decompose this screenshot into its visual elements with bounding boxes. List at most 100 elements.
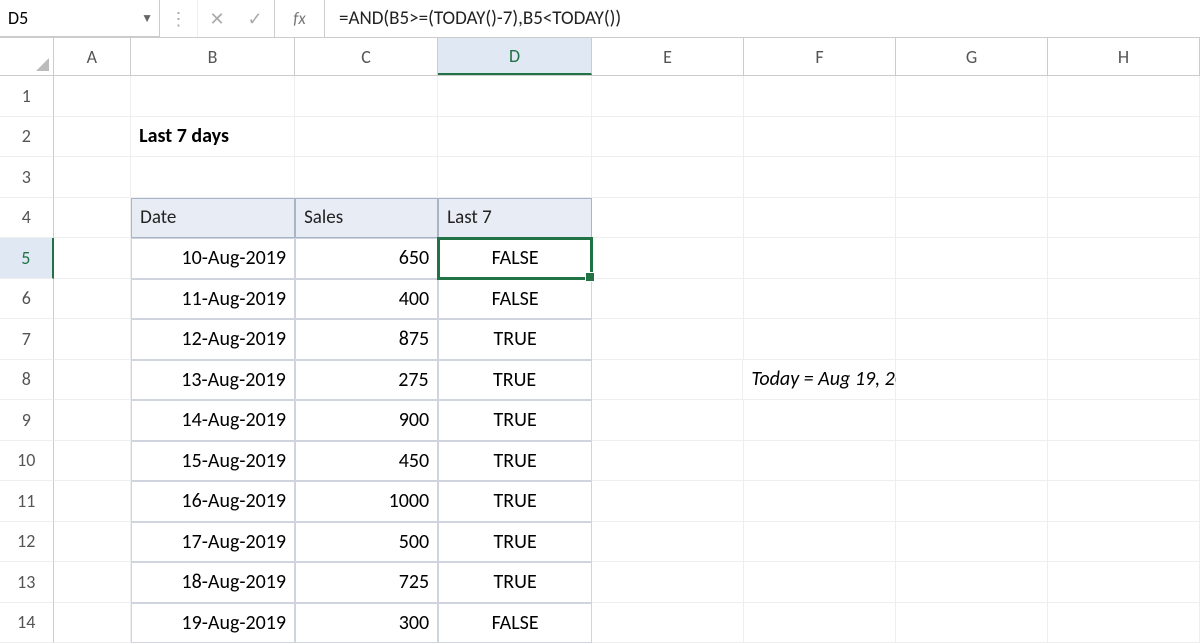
cell-A11[interactable]: [54, 481, 132, 522]
cell-E6[interactable]: [592, 279, 744, 320]
cell-C13-sales[interactable]: 725: [295, 562, 438, 603]
cell-G14[interactable]: [896, 603, 1048, 643]
cell-C14-sales[interactable]: 300: [295, 603, 438, 643]
row-header-13[interactable]: 13: [0, 562, 54, 603]
cell-B3[interactable]: [131, 157, 295, 198]
cell-C8-sales[interactable]: 275: [295, 360, 438, 401]
cell-C12-sales[interactable]: 500: [295, 522, 438, 563]
row-header-2[interactable]: 2: [0, 117, 54, 158]
cell-C9-sales[interactable]: 900: [295, 400, 438, 441]
cell-H2[interactable]: [1048, 117, 1200, 158]
cell-E11[interactable]: [592, 481, 744, 522]
cell-B12-date[interactable]: 17-Aug-2019: [131, 522, 295, 563]
cell-B1[interactable]: [131, 76, 295, 117]
cell-A13[interactable]: [54, 562, 132, 603]
cell-G4[interactable]: [896, 198, 1048, 239]
cell-E8[interactable]: [592, 360, 744, 401]
row-header-12[interactable]: 12: [0, 522, 54, 563]
cell-D3[interactable]: [438, 157, 592, 198]
cell-A4[interactable]: [54, 198, 132, 239]
row-header-6[interactable]: 6: [0, 279, 54, 320]
cell-D12-last7[interactable]: TRUE: [438, 522, 592, 563]
cell-G12[interactable]: [896, 522, 1048, 563]
col-header-B[interactable]: B: [131, 38, 295, 75]
cell-F2[interactable]: [744, 117, 896, 158]
row-header-10[interactable]: 10: [0, 441, 54, 482]
cancel-icon[interactable]: ✕: [198, 0, 236, 37]
cell-A3[interactable]: [54, 157, 132, 198]
cell-H14[interactable]: [1048, 603, 1200, 643]
formula-input[interactable]: =AND(B5>=(TODAY()-7),B5<TODAY()): [325, 0, 1200, 37]
cell-B10-date[interactable]: 15-Aug-2019: [131, 441, 295, 482]
cell-H3[interactable]: [1048, 157, 1200, 198]
cell-E1[interactable]: [592, 76, 744, 117]
col-header-G[interactable]: G: [896, 38, 1048, 75]
col-header-D[interactable]: D: [438, 38, 592, 75]
cell-G10[interactable]: [896, 441, 1048, 482]
cell-F14[interactable]: [744, 603, 896, 643]
row-header-9[interactable]: 9: [0, 400, 54, 441]
col-header-E[interactable]: E: [592, 38, 744, 75]
cell-C7-sales[interactable]: 875: [295, 319, 438, 360]
cell-C6-sales[interactable]: 400: [295, 279, 438, 320]
table-header-last7[interactable]: Last 7: [438, 198, 592, 239]
cell-D1[interactable]: [438, 76, 592, 117]
cell-B13-date[interactable]: 18-Aug-2019: [131, 562, 295, 603]
cell-A10[interactable]: [54, 441, 132, 482]
row-header-11[interactable]: 11: [0, 481, 54, 522]
cell-C10-sales[interactable]: 450: [295, 441, 438, 482]
cell-F4[interactable]: [744, 198, 896, 239]
cell-A9[interactable]: [54, 400, 132, 441]
enter-icon[interactable]: ✓: [236, 0, 274, 37]
cell-A6[interactable]: [54, 279, 132, 320]
cell-F1[interactable]: [744, 76, 896, 117]
cell-F10[interactable]: [744, 441, 896, 482]
col-header-F[interactable]: F: [744, 38, 896, 75]
cell-C3[interactable]: [295, 157, 438, 198]
cell-F9[interactable]: [744, 400, 896, 441]
cell-G2[interactable]: [896, 117, 1048, 158]
cell-E13[interactable]: [592, 562, 744, 603]
cell-E9[interactable]: [592, 400, 744, 441]
cell-C2[interactable]: [295, 117, 438, 158]
row-header-3[interactable]: 3: [0, 157, 54, 198]
cell-H5[interactable]: [1048, 238, 1200, 279]
cell-H7[interactable]: [1048, 319, 1200, 360]
cell-G9[interactable]: [896, 400, 1048, 441]
cell-H4[interactable]: [1048, 198, 1200, 239]
chevron-down-icon[interactable]: ▼: [141, 11, 153, 26]
cell-E2[interactable]: [592, 117, 744, 158]
table-header-sales[interactable]: Sales: [295, 198, 438, 239]
cell-H8[interactable]: [1048, 360, 1200, 401]
cell-D9-last7[interactable]: TRUE: [438, 400, 592, 441]
cell-H12[interactable]: [1048, 522, 1200, 563]
cell-F12[interactable]: [744, 522, 896, 563]
cell-G5[interactable]: [896, 238, 1048, 279]
cell-F13[interactable]: [744, 562, 896, 603]
cell-D5-last7[interactable]: FALSE: [438, 238, 592, 279]
cell-A12[interactable]: [54, 522, 132, 563]
cell-A14[interactable]: [54, 603, 132, 643]
cell-G8[interactable]: [896, 360, 1048, 401]
cell-D11-last7[interactable]: TRUE: [438, 481, 592, 522]
row-header-8[interactable]: 8: [0, 360, 54, 401]
cell-B5-date[interactable]: 10-Aug-2019: [131, 238, 295, 279]
cell-D14-last7[interactable]: FALSE: [438, 603, 592, 643]
cell-E4[interactable]: [592, 198, 744, 239]
cell-A8[interactable]: [54, 360, 131, 401]
cell-C5-sales[interactable]: 650: [295, 238, 438, 279]
row-header-5[interactable]: 5: [0, 238, 54, 279]
cell-D13-last7[interactable]: TRUE: [438, 562, 592, 603]
col-header-C[interactable]: C: [295, 38, 438, 75]
row-header-1[interactable]: 1: [0, 76, 54, 117]
cell-F11[interactable]: [744, 481, 896, 522]
cell-E7[interactable]: [592, 319, 744, 360]
select-all-button[interactable]: [0, 38, 54, 75]
cell-E14[interactable]: [592, 603, 744, 643]
cell-F5[interactable]: [744, 238, 896, 279]
cell-E5[interactable]: [592, 238, 744, 279]
cell-G3[interactable]: [896, 157, 1048, 198]
cell-D2[interactable]: [438, 117, 592, 158]
cell-B7-date[interactable]: 12-Aug-2019: [131, 319, 295, 360]
cell-C11-sales[interactable]: 1000: [295, 481, 438, 522]
